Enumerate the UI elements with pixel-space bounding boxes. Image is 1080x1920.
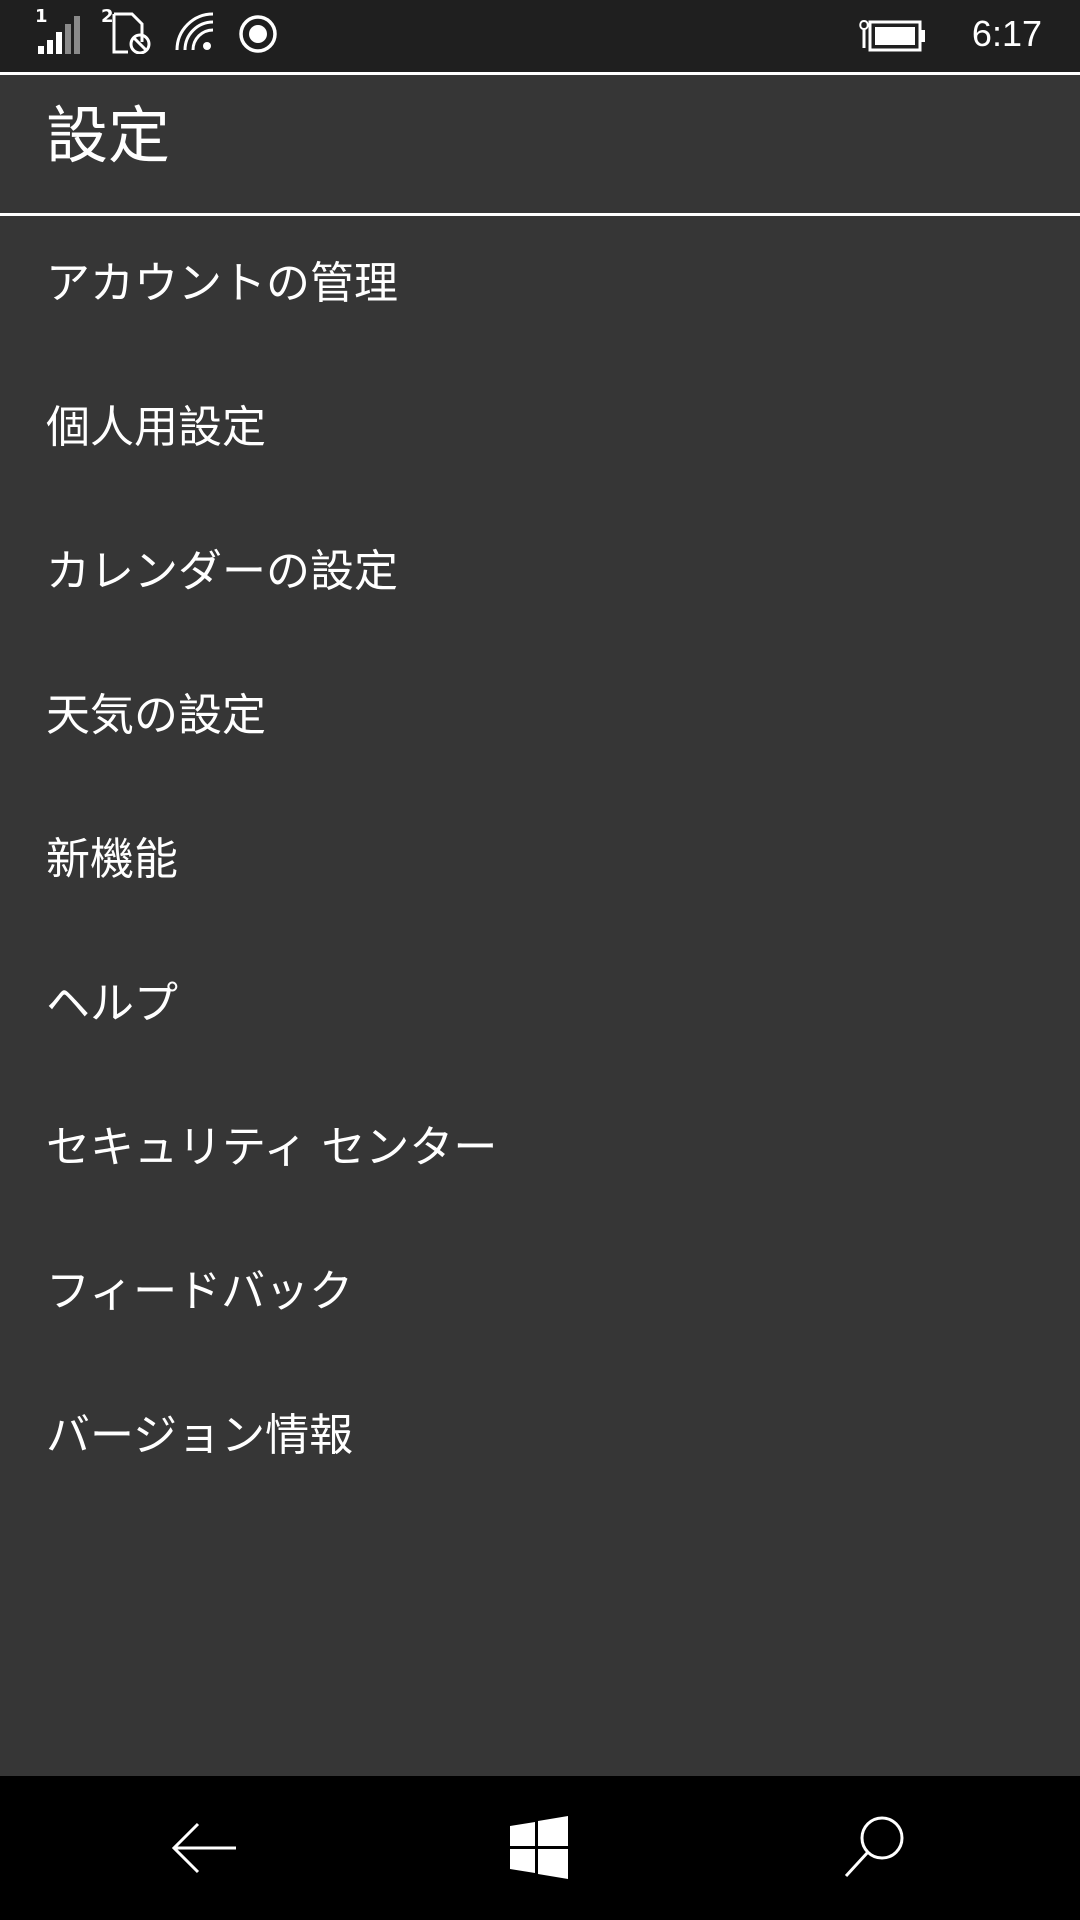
menu-item-label: 個人用設定 — [46, 402, 266, 453]
page-header: 設定 — [0, 75, 1080, 216]
menu-item-help[interactable]: ヘルプ — [0, 936, 1080, 1080]
menu-item-about[interactable]: バージョン情報 — [0, 1368, 1080, 1512]
battery-charging-icon — [856, 18, 928, 58]
menu-item-label: カレンダーの設定 — [46, 546, 398, 597]
search-icon — [844, 1816, 904, 1878]
clock-time: 6:17 — [971, 13, 1042, 54]
settings-menu-list: アカウントの管理 個人用設定 カレンダーの設定 天気の設定 新機能 ヘルプ セキ… — [0, 216, 1080, 1776]
menu-item-label: 新機能 — [46, 834, 178, 885]
menu-item-label: バージョン情報 — [46, 1410, 354, 1461]
sim-blocked-icon — [110, 12, 152, 58]
back-button[interactable] — [164, 1808, 244, 1888]
menu-item-label: ヘルプ — [46, 978, 178, 1029]
settings-screen: 1 2 6:17 設定 アカウントの管理 個人用設定 カレンダーの設定 天気の設… — [0, 0, 1080, 1920]
menu-item-weather-settings[interactable]: 天気の設定 — [0, 648, 1080, 792]
start-button[interactable] — [500, 1808, 580, 1888]
windows-logo-icon — [510, 1816, 568, 1879]
menu-item-feedback[interactable]: フィードバック — [0, 1224, 1080, 1368]
signal-bars-icon — [38, 14, 84, 58]
menu-item-label: セキュリティ センター — [46, 1122, 498, 1173]
back-arrow-icon — [171, 1822, 236, 1874]
status-bar: 1 2 6:17 — [0, 0, 1080, 75]
wifi-icon — [175, 12, 217, 58]
menu-item-label: フィードバック — [46, 1266, 354, 1317]
location-ring-icon — [238, 14, 278, 58]
menu-item-account-management[interactable]: アカウントの管理 — [0, 216, 1080, 360]
menu-item-whats-new[interactable]: 新機能 — [0, 792, 1080, 936]
search-button[interactable] — [836, 1808, 916, 1888]
navigation-bar — [0, 1776, 1080, 1920]
menu-item-label: アカウントの管理 — [46, 258, 398, 309]
menu-item-label: 天気の設定 — [46, 690, 266, 741]
menu-item-security-center[interactable]: セキュリティ センター — [0, 1080, 1080, 1224]
menu-item-personalization[interactable]: 個人用設定 — [0, 360, 1080, 504]
menu-item-calendar-settings[interactable]: カレンダーの設定 — [0, 504, 1080, 648]
page-title: 設定 — [46, 99, 171, 172]
